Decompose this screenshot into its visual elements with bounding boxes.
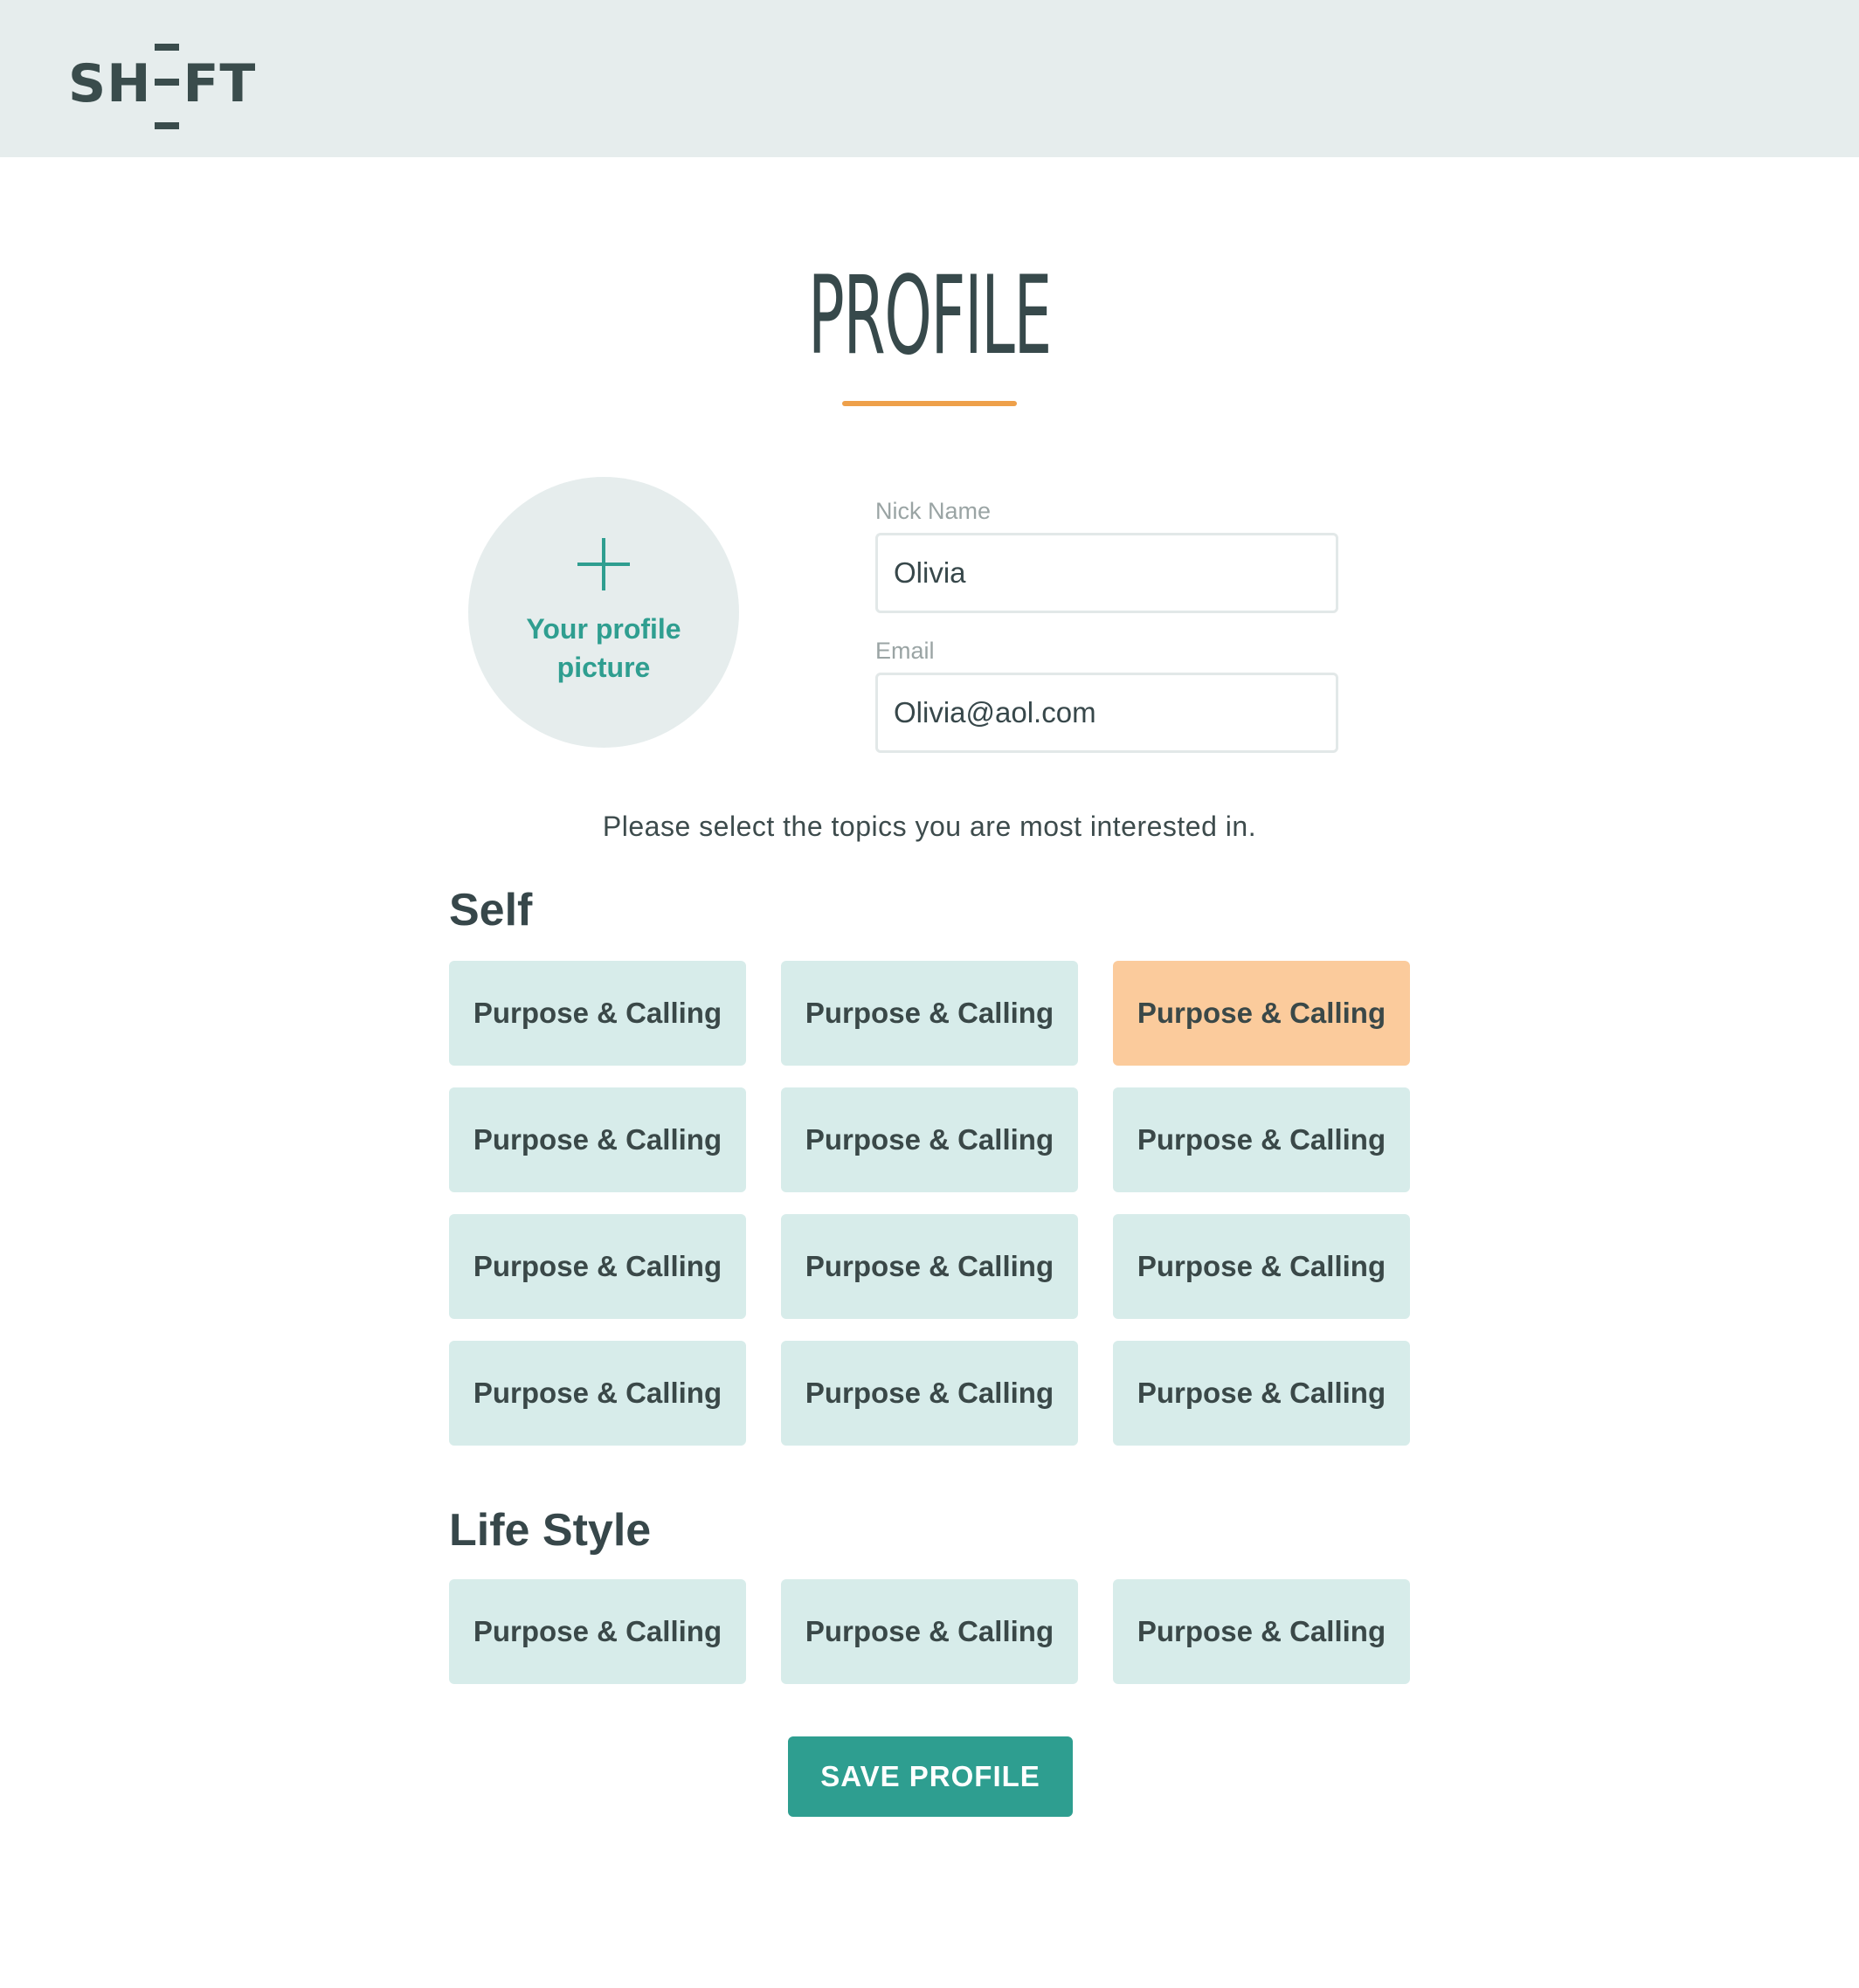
shift-logo[interactable]: SH FT: [68, 44, 257, 129]
topic-grid-lifestyle: Purpose & Calling Purpose & Calling Purp…: [449, 1579, 1410, 1684]
topic-button[interactable]: Purpose & Calling: [1113, 1341, 1410, 1446]
topic-button[interactable]: Purpose & Calling: [1113, 1087, 1410, 1192]
topic-button[interactable]: Purpose & Calling: [1113, 1579, 1410, 1684]
email-input[interactable]: [875, 673, 1338, 753]
shift-logo-icon: [153, 44, 181, 129]
topic-button[interactable]: Purpose & Calling: [781, 1214, 1078, 1319]
save-profile-button[interactable]: SAVE PROFILE: [788, 1736, 1073, 1817]
logo-text-left: SH: [68, 53, 152, 114]
section-heading-lifestyle: Life Style: [449, 1505, 652, 1556]
topic-button[interactable]: Purpose & Calling: [1113, 1214, 1410, 1319]
topic-button[interactable]: Purpose & Calling: [449, 1214, 746, 1319]
section-heading-self: Self: [449, 885, 533, 935]
topic-button[interactable]: Purpose & Calling: [781, 1341, 1078, 1446]
profile-picture-label: Your profile picture: [526, 613, 681, 683]
topic-button[interactable]: Purpose & Calling: [781, 1087, 1078, 1192]
logo-text-right: FT: [183, 53, 257, 114]
nickname-label: Nick Name: [875, 498, 992, 524]
topic-button[interactable]: Purpose & Calling: [449, 1341, 746, 1446]
topic-button[interactable]: Purpose & Calling: [449, 1579, 746, 1684]
topic-button[interactable]: Purpose & Calling: [449, 961, 746, 1066]
page-title: PROFILE: [808, 253, 1052, 379]
topics-prompt: Please select the topics you are most in…: [602, 811, 1257, 842]
topic-button[interactable]: Purpose & Calling: [449, 1087, 746, 1192]
plus-icon: [577, 538, 630, 590]
profile-picture-upload[interactable]: Your profile picture: [468, 477, 739, 748]
top-bar: SH FT: [0, 0, 1859, 157]
topic-button[interactable]: Purpose & Calling: [781, 961, 1078, 1066]
email-label: Email: [875, 638, 935, 664]
title-underline: [842, 401, 1017, 406]
topic-button[interactable]: Purpose & Calling: [781, 1579, 1078, 1684]
topic-button[interactable]: Purpose & Calling: [1113, 961, 1410, 1066]
topic-grid-self: Purpose & Calling Purpose & Calling Purp…: [449, 961, 1410, 1446]
nickname-input[interactable]: [875, 533, 1338, 613]
